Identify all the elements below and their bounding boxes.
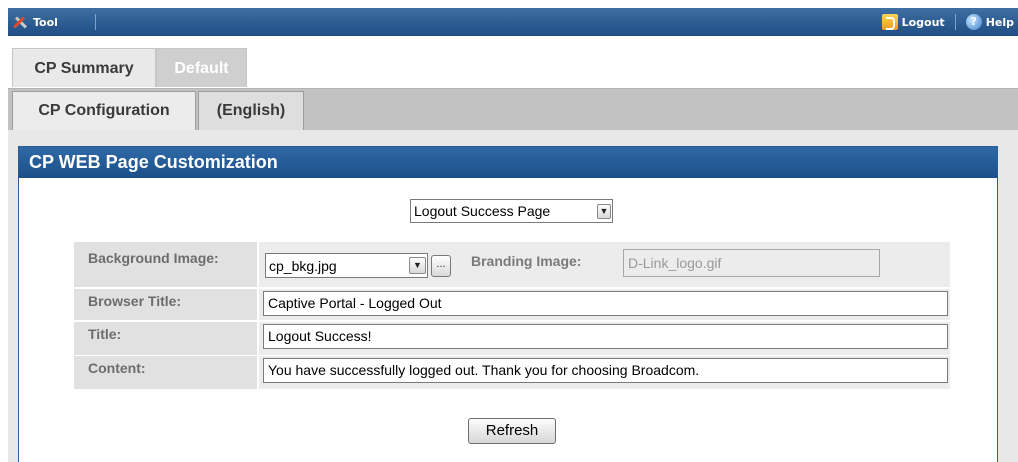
- browser-title-label: Browser Title:: [74, 289, 257, 320]
- browser-title-input[interactable]: Captive Portal - Logged Out: [263, 291, 948, 316]
- tab-cp-configuration[interactable]: CP Configuration: [12, 91, 196, 131]
- help-label: Help: [985, 15, 1014, 29]
- title-label: Title:: [74, 322, 257, 355]
- browse-button[interactable]: ...: [431, 255, 451, 277]
- browser-title-cell: Captive Portal - Logged Out: [259, 289, 950, 320]
- content-label: Content:: [74, 356, 257, 389]
- tab-default[interactable]: Default: [156, 48, 247, 87]
- tool-menu[interactable]: Tool: [12, 13, 58, 31]
- chevron-down-icon: ▼: [597, 203, 611, 219]
- background-image-value: cp_bkg.jpg: [269, 257, 337, 274]
- page-select[interactable]: Logout Success Page ▼: [410, 199, 613, 223]
- branding-image-field: D-Link_logo.gif: [623, 249, 880, 277]
- tool-label: Tool: [33, 15, 58, 29]
- form-row-content: Content: You have successfully logged ou…: [74, 356, 950, 389]
- tab-cp-summary[interactable]: CP Summary: [12, 48, 156, 87]
- page-select-value: Logout Success Page: [414, 203, 551, 219]
- background-image-label: Background Image:: [74, 242, 257, 287]
- form-row-background-image: Background Image: cp_bkg.jpg ▼ ... Brand…: [74, 242, 950, 287]
- help-icon: ?: [965, 14, 982, 30]
- logout-icon: [881, 14, 898, 30]
- content-input[interactable]: You have successfully logged out. Thank …: [263, 358, 948, 383]
- branding-image-label: Branding Image:: [471, 253, 582, 269]
- form-row-title: Title: Logout Success!: [74, 322, 950, 355]
- top-toolbar: Tool Logout ? Help: [8, 8, 1018, 36]
- tab-row-secondary: CP Configuration (English): [8, 88, 1018, 131]
- panel-title: CP WEB Page Customization: [19, 147, 997, 178]
- tab-english[interactable]: (English): [198, 91, 304, 131]
- title-cell: Logout Success!: [259, 322, 950, 355]
- tab-row-primary: CP Summary Default: [8, 46, 1018, 88]
- logout-button[interactable]: Logout: [881, 14, 945, 30]
- background-image-select[interactable]: cp_bkg.jpg ▼: [265, 253, 428, 278]
- refresh-button[interactable]: Refresh: [468, 418, 556, 444]
- background-image-cell: cp_bkg.jpg ▼ ... Branding Image: D-Link_…: [259, 242, 950, 287]
- toolbar-divider: [954, 14, 956, 30]
- form-row-browser-title: Browser Title: Captive Portal - Logged O…: [74, 289, 950, 320]
- help-button[interactable]: ? Help: [965, 14, 1014, 30]
- tool-icon: [12, 14, 28, 30]
- toolbar-divider: [95, 14, 96, 30]
- chevron-down-icon: ▼: [409, 257, 426, 274]
- title-input[interactable]: Logout Success!: [263, 324, 948, 349]
- content-cell: You have successfully logged out. Thank …: [259, 356, 950, 389]
- logout-label: Logout: [901, 15, 945, 29]
